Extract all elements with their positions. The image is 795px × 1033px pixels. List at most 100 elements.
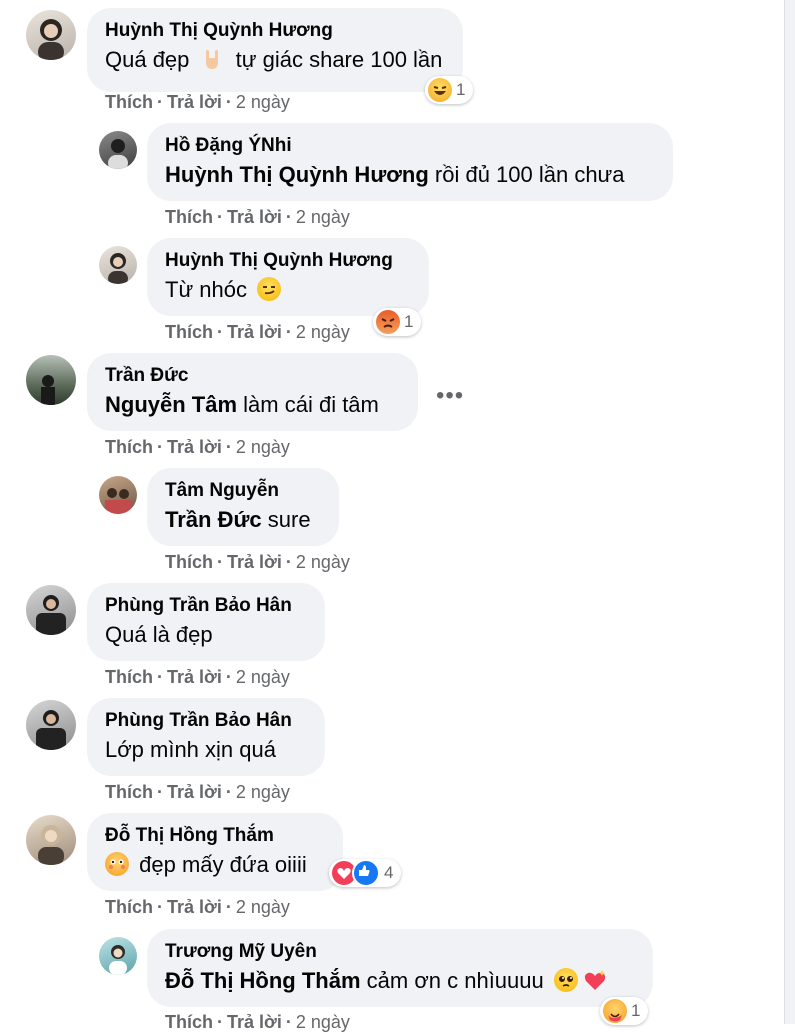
comment-text-part: Lớp mình xịn quá [105, 737, 276, 762]
more-options-icon[interactable]: ••• [436, 382, 464, 410]
timestamp[interactable]: 2 ngày [296, 207, 350, 227]
like-link[interactable]: Thích [165, 1012, 213, 1032]
comment-text-part: đẹp mấy đứa oiiii [139, 852, 307, 877]
like-link[interactable]: Thích [165, 552, 213, 572]
reaction-count: 4 [384, 863, 394, 882]
comment-actions: Thích · Trả lời · 2 ngày [105, 782, 290, 802]
reaction-count: 1 [631, 1001, 641, 1020]
avatar[interactable] [99, 476, 137, 514]
comment-text-part: Quá là đẹp [105, 622, 213, 647]
reply-link[interactable]: Trả lời [227, 322, 282, 342]
comment-bubble: Phùng Trần Bảo Hân Lớp mình xịn quá [87, 698, 325, 776]
comment-text-part: Quá đẹp [105, 47, 190, 72]
comment-text-part: cảm ơn c nhìuuuu [366, 968, 544, 993]
timestamp[interactable]: 2 ngày [296, 1012, 350, 1032]
comment-author[interactable]: Phùng Trần Bảo Hân [105, 593, 307, 619]
comment-author[interactable]: Đỗ Thị Hồng Thắm [105, 823, 325, 849]
reaction-summary[interactable]: 4 [329, 859, 402, 887]
comment-bubble: Tâm Nguyễn Trần Đức sure [147, 468, 339, 546]
like-reaction-icon [352, 859, 380, 887]
like-link[interactable]: Thích [105, 897, 153, 917]
reaction-count: 1 [404, 312, 414, 331]
timestamp[interactable]: 2 ngày [236, 782, 290, 802]
reply-link[interactable]: Trả lời [227, 207, 282, 227]
mention-link[interactable]: Trần Đức [165, 507, 262, 532]
like-link[interactable]: Thích [105, 667, 153, 687]
reply-link[interactable]: Trả lời [167, 782, 222, 802]
comment-text-part: làm cái đi tâm [243, 392, 379, 417]
pleading-emoji-icon [553, 968, 578, 992]
avatar[interactable] [99, 246, 137, 284]
comment-actions: Thích · Trả lời · 2 ngày [105, 667, 290, 687]
comment-text-part: sure [267, 507, 311, 532]
comment-bubble: Trần Đức Nguyễn Tâm làm cái đi tâm [87, 353, 418, 431]
mention-link[interactable]: Nguyễn Tâm [105, 392, 237, 417]
timestamp[interactable]: 2 ngày [236, 437, 290, 457]
like-link[interactable]: Thích [105, 782, 153, 802]
comment-bubble: Đỗ Thị Hồng Thắm đẹp mấy đứa oiiii [87, 813, 343, 891]
reaction-summary[interactable]: 1 [373, 308, 422, 336]
avatar[interactable] [26, 700, 76, 750]
like-link[interactable]: Thích [105, 437, 153, 457]
comment-actions: Thích · Trả lời · 2 ngày [105, 92, 290, 112]
avatar[interactable] [99, 131, 137, 169]
comment-bubble: Huỳnh Thị Quỳnh Hương Quá đẹp tự giác sh… [87, 8, 463, 92]
reaction-count: 1 [456, 80, 466, 99]
like-link[interactable]: Thích [165, 207, 213, 227]
reaction-summary[interactable]: 1 [425, 76, 474, 104]
avatar[interactable] [26, 355, 76, 405]
timestamp[interactable]: 2 ngày [236, 667, 290, 687]
avatar[interactable] [26, 815, 76, 865]
rock-hand-emoji-icon [200, 46, 226, 72]
comment-actions: Thích · Trả lời · 2 ngày [165, 1012, 350, 1032]
reply-link[interactable]: Trả lời [167, 437, 222, 457]
comment-author[interactable]: Trần Đức [105, 363, 400, 389]
reply-link[interactable]: Trả lời [227, 1012, 282, 1032]
angry-reaction-icon [376, 310, 400, 334]
comment-actions: Thích · Trả lời · 2 ngày [165, 552, 350, 572]
comment-author[interactable]: Phùng Trần Bảo Hân [105, 708, 307, 734]
timestamp[interactable]: 2 ngày [296, 552, 350, 572]
smirk-emoji-icon [257, 277, 282, 301]
comment-actions: Thích · Trả lời · 2 ngày [165, 207, 350, 227]
comment-text: Trần Đức sure [165, 504, 321, 536]
comment-author[interactable]: Trương Mỹ Uyên [165, 939, 635, 965]
flushed-emoji-icon [105, 852, 129, 876]
reply-link[interactable]: Trả lời [167, 667, 222, 687]
comment-author[interactable]: Huỳnh Thị Quỳnh Hương [165, 248, 411, 274]
comment-text-part: Từ nhóc [165, 277, 247, 302]
timestamp[interactable]: 2 ngày [296, 322, 350, 342]
comment-actions: Thích · Trả lời · 2 ngày [165, 322, 350, 342]
sparkling-heart-icon [582, 968, 608, 1001]
like-link[interactable]: Thích [165, 322, 213, 342]
comment-text: Đỗ Thị Hồng Thắm cảm ơn c nhìuuuu [165, 965, 635, 1001]
comment-bubble: Trương Mỹ Uyên Đỗ Thị Hồng Thắm cảm ơn c… [147, 929, 653, 1007]
avatar[interactable] [26, 585, 76, 635]
comment-author[interactable]: Tâm Nguyễn [165, 478, 321, 504]
like-link[interactable]: Thích [105, 92, 153, 112]
comment-text-part: rồi đủ 100 lần chưa [434, 162, 625, 187]
avatar[interactable] [99, 937, 137, 975]
comment-author[interactable]: Hồ Đặng ÝNhi [165, 133, 655, 159]
reply-link[interactable]: Trả lời [167, 92, 222, 112]
reply-link[interactable]: Trả lời [227, 552, 282, 572]
comment-text: Huỳnh Thị Quỳnh Hương rồi đủ 100 lần chư… [165, 159, 655, 191]
scrollbar-track[interactable] [784, 0, 795, 1024]
avatar[interactable] [26, 10, 76, 60]
comment-text: Quá đẹp tự giác share 100 lần [105, 44, 445, 76]
comment-text-part: tự giác share 100 lần [235, 47, 443, 72]
comment-bubble: Phùng Trần Bảo Hân Quá là đẹp [87, 583, 325, 661]
comment-text: Lớp mình xịn quá [105, 734, 307, 766]
timestamp[interactable]: 2 ngày [236, 897, 290, 917]
comment-text: Nguyễn Tâm làm cái đi tâm [105, 389, 400, 421]
comment-actions: Thích · Trả lời · 2 ngày [105, 437, 290, 457]
timestamp[interactable]: 2 ngày [236, 92, 290, 112]
reaction-summary[interactable]: 1 [600, 997, 649, 1025]
haha-reaction-icon [428, 78, 452, 102]
comment-bubble: Hồ Đặng ÝNhi Huỳnh Thị Quỳnh Hương rồi đ… [147, 123, 673, 201]
mention-link[interactable]: Đỗ Thị Hồng Thắm [165, 968, 361, 993]
comment-author[interactable]: Huỳnh Thị Quỳnh Hương [105, 18, 445, 44]
mention-link[interactable]: Huỳnh Thị Quỳnh Hương [165, 162, 429, 187]
comment-text: Từ nhóc [165, 274, 411, 306]
reply-link[interactable]: Trả lời [167, 897, 222, 917]
